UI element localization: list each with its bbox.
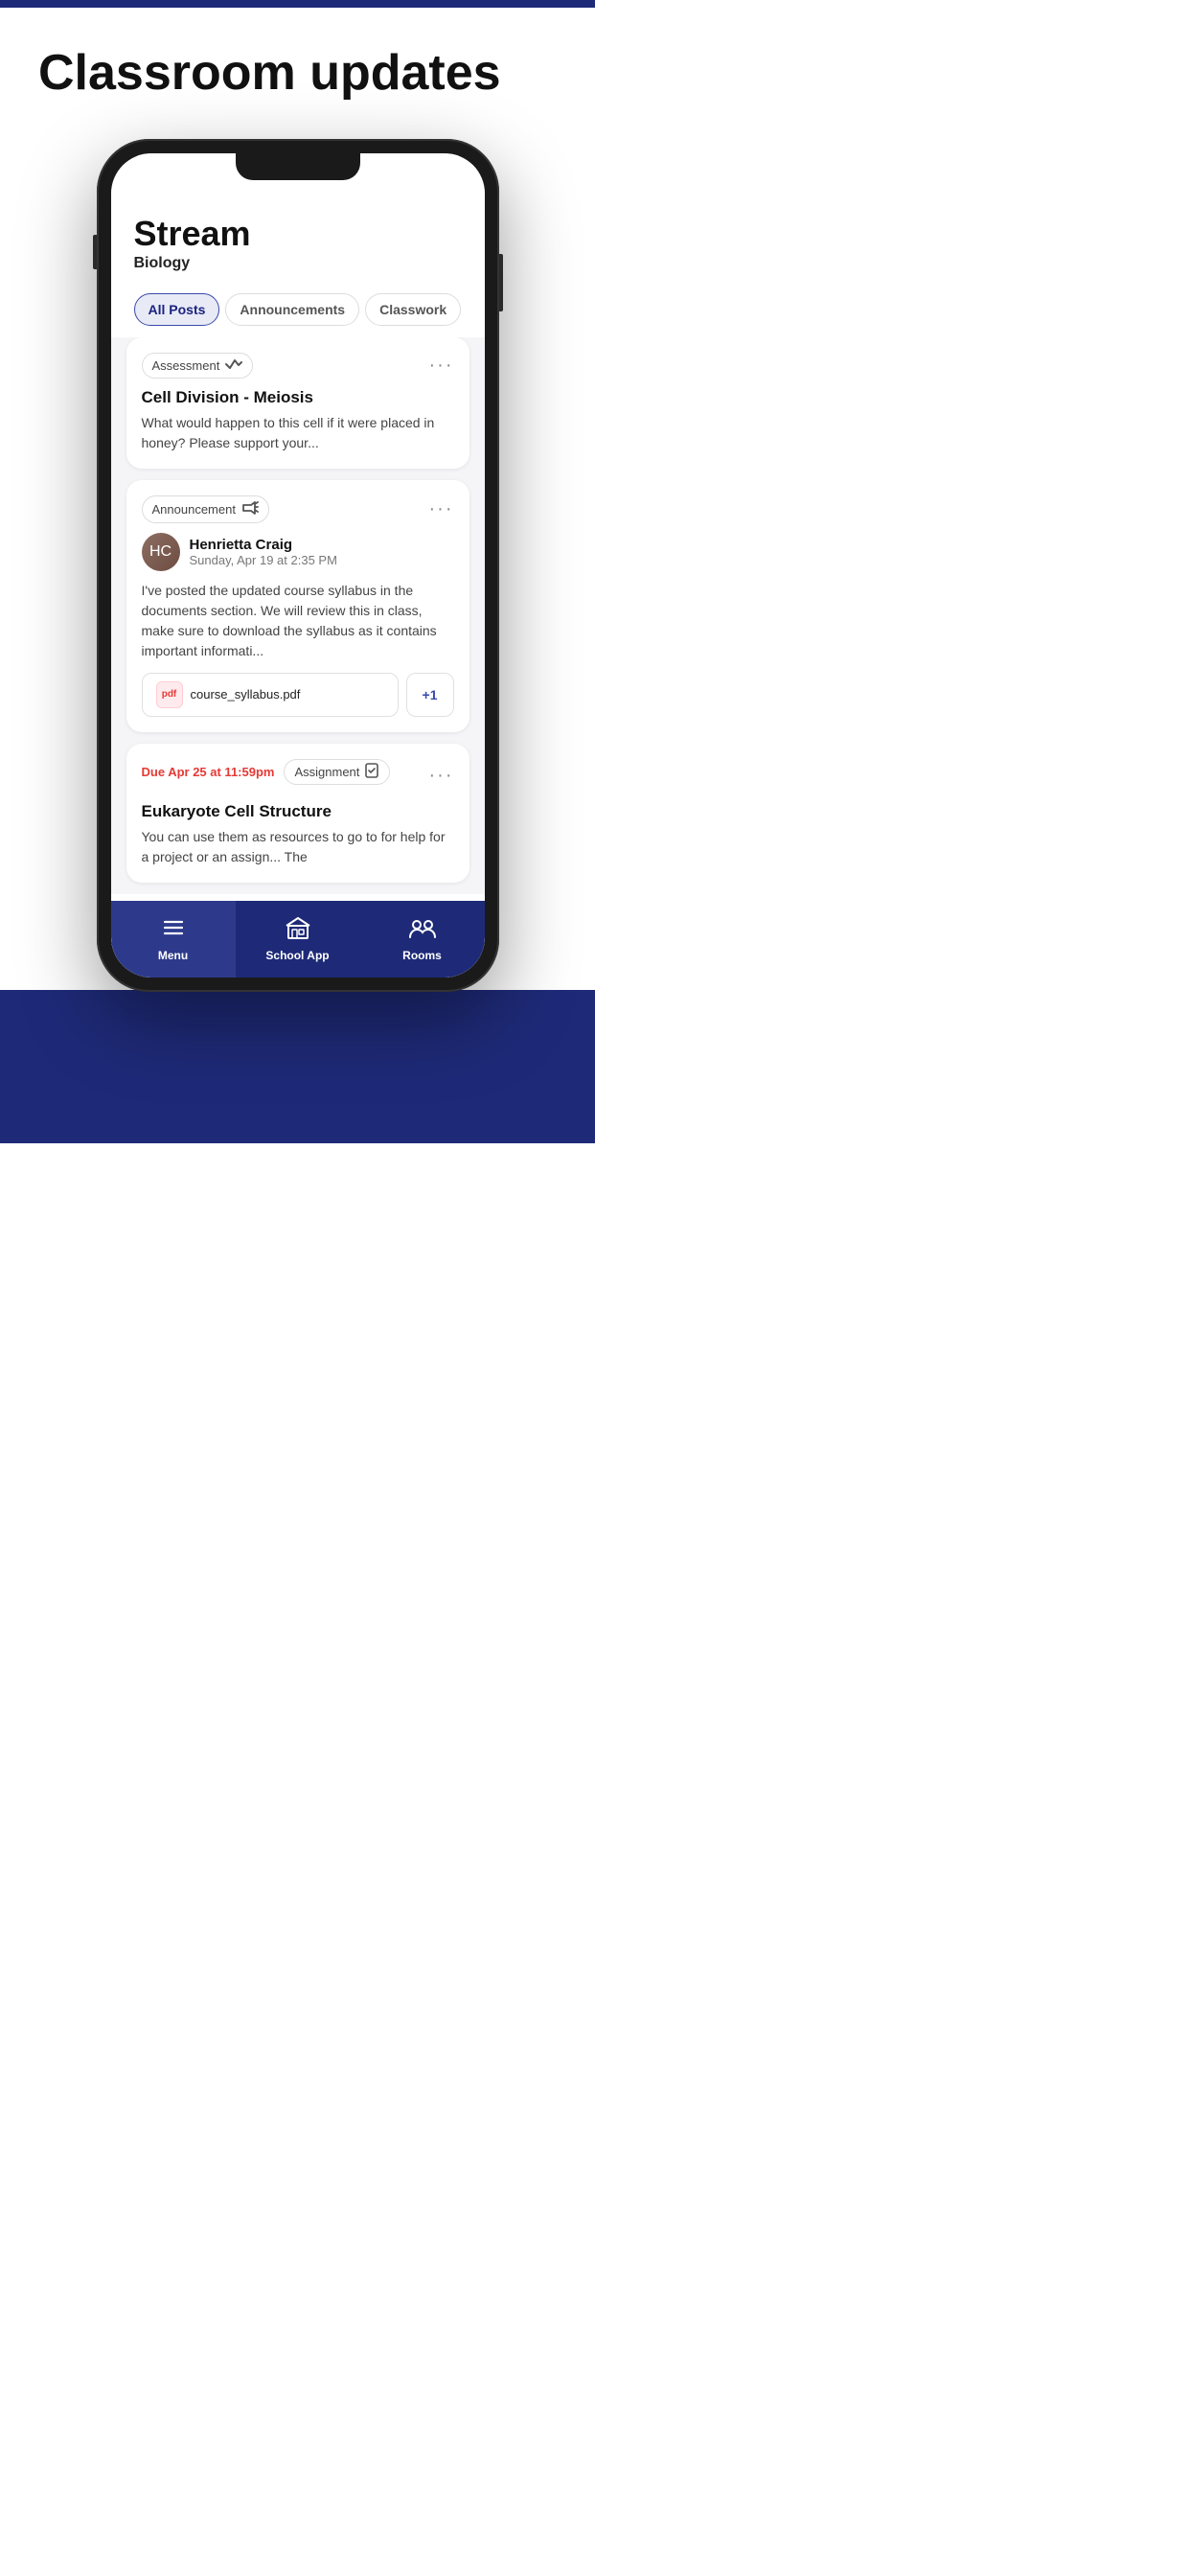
tab-classwork[interactable]: Classwork xyxy=(365,293,461,326)
author-date: Sunday, Apr 19 at 2:35 PM xyxy=(190,553,337,567)
announcement-more-button[interactable]: ··· xyxy=(429,498,454,520)
assessment-more-button[interactable]: ··· xyxy=(429,355,454,377)
due-label: Due Apr 25 at 11:59pm xyxy=(142,765,275,779)
bottom-section xyxy=(0,990,595,1143)
rooms-icon xyxy=(409,916,436,945)
extra-files-badge[interactable]: +1 xyxy=(406,673,454,717)
assignment-badge: Assignment xyxy=(284,759,390,785)
file-name: course_syllabus.pdf xyxy=(191,687,301,702)
nav-rooms[interactable]: Rooms xyxy=(360,901,485,978)
announcement-card: Announcement xyxy=(126,480,469,732)
author-row: HC Henrietta Craig Sunday, Apr 19 at 2:3… xyxy=(142,533,454,571)
tab-bar: All Posts Announcements Classwork xyxy=(111,282,485,337)
announcement-badge: Announcement xyxy=(142,495,269,523)
announcement-body: I've posted the updated course syllabus … xyxy=(142,581,454,661)
announcement-label: Announcement xyxy=(152,502,236,517)
school-app-icon xyxy=(285,916,311,945)
assessment-title: Cell Division - Meiosis xyxy=(142,388,454,407)
assignment-more-button[interactable]: ··· xyxy=(429,765,454,787)
bottom-nav: Menu School App xyxy=(111,901,485,978)
page-title: Classroom updates xyxy=(38,46,557,101)
menu-icon xyxy=(162,916,185,945)
assignment-body: You can use them as resources to go to f… xyxy=(142,827,454,867)
assignment-icon xyxy=(364,763,379,781)
assignment-card-header: Due Apr 25 at 11:59pm Assignment xyxy=(142,759,454,793)
assessment-body: What would happen to this cell if it wer… xyxy=(142,413,454,453)
nav-school-app[interactable]: School App xyxy=(236,901,360,978)
assignment-meta: Due Apr 25 at 11:59pm Assignment xyxy=(142,759,391,785)
assignment-card: Due Apr 25 at 11:59pm Assignment xyxy=(126,744,469,883)
nav-rooms-label: Rooms xyxy=(402,949,442,962)
top-status-bar xyxy=(0,0,595,8)
assignment-title: Eukaryote Cell Structure xyxy=(142,802,454,821)
posts-area: Assessment ··· Cell Division - Meio xyxy=(111,337,485,894)
author-name: Henrietta Craig xyxy=(190,537,337,553)
nav-menu[interactable]: Menu xyxy=(111,901,236,978)
tab-announcements[interactable]: Announcements xyxy=(225,293,359,326)
avatar-initials: HC xyxy=(142,533,180,571)
assessment-card-header: Assessment ··· xyxy=(142,353,454,379)
screen-content: Stream Biology All Posts Announcements C… xyxy=(111,153,485,978)
pdf-icon: pdf xyxy=(156,681,183,708)
announcement-icon xyxy=(241,500,259,518)
page-heading-section: Classroom updates xyxy=(0,8,595,129)
nav-school-app-label: School App xyxy=(265,949,329,962)
phone-notch xyxy=(236,153,360,180)
announcement-card-header: Announcement xyxy=(142,495,454,523)
assessment-card: Assessment ··· Cell Division - Meio xyxy=(126,337,469,469)
stream-title: Stream xyxy=(134,215,462,253)
assessment-badge: Assessment xyxy=(142,353,254,379)
file-chip[interactable]: pdf course_syllabus.pdf xyxy=(142,673,399,717)
phone-wrapper: Stream Biology All Posts Announcements C… xyxy=(97,139,499,992)
stream-subject: Biology xyxy=(134,255,462,272)
assessment-icon xyxy=(225,357,242,374)
phone-section: Stream Biology All Posts Announcements C… xyxy=(0,129,595,992)
assessment-label: Assessment xyxy=(152,358,220,373)
tab-all-posts[interactable]: All Posts xyxy=(134,293,220,326)
author-info: Henrietta Craig Sunday, Apr 19 at 2:35 P… xyxy=(190,537,337,567)
stream-header: Stream Biology xyxy=(111,196,485,282)
file-row: pdf course_syllabus.pdf +1 xyxy=(142,673,454,717)
assignment-label: Assignment xyxy=(294,765,359,779)
phone-frame: Stream Biology All Posts Announcements C… xyxy=(97,139,499,992)
phone-screen: Stream Biology All Posts Announcements C… xyxy=(111,153,485,978)
nav-menu-label: Menu xyxy=(158,949,188,962)
avatar: HC xyxy=(142,533,180,571)
